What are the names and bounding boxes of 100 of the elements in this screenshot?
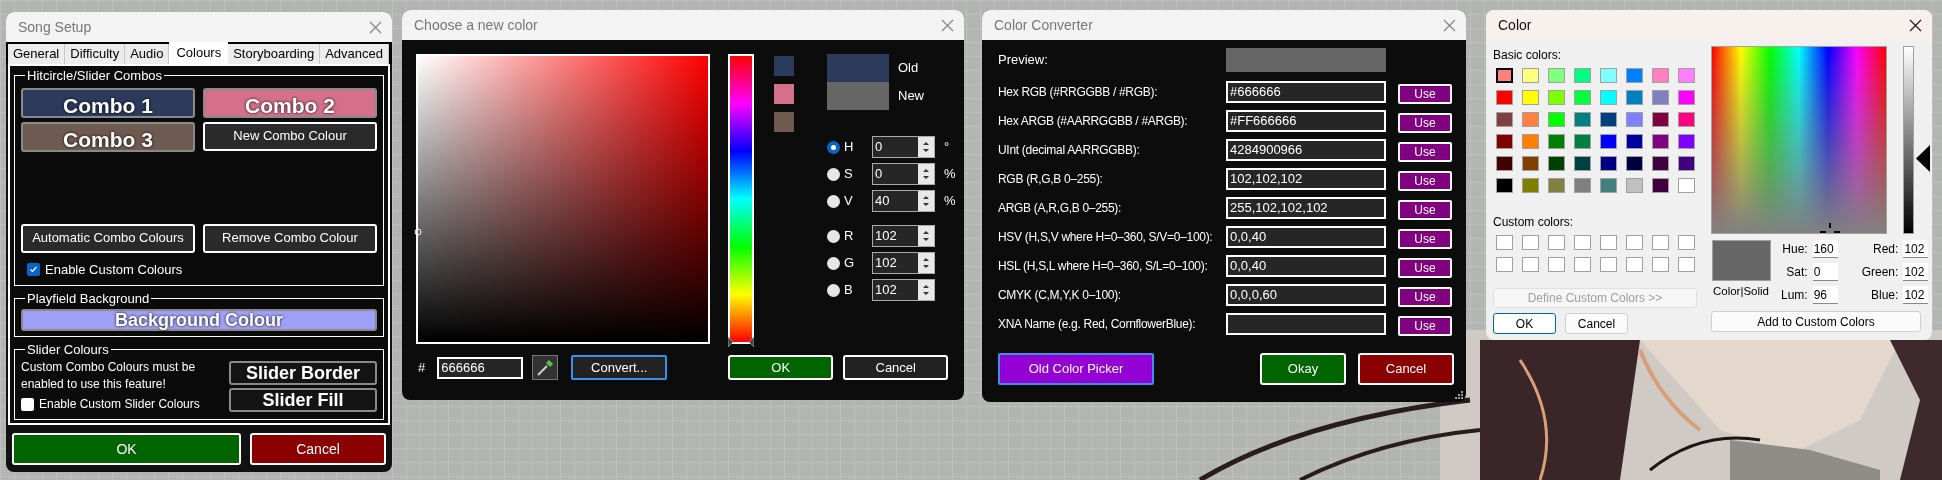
color-swatch[interactable] (1626, 90, 1643, 105)
custom-color-slot[interactable] (1548, 235, 1565, 250)
tab[interactable]: Colours (169, 42, 229, 64)
custom-color-slot[interactable] (1496, 235, 1513, 250)
radio-button[interactable] (827, 140, 840, 154)
color-swatch[interactable] (1522, 156, 1539, 171)
color-swatch[interactable] (1522, 68, 1539, 83)
spin-arrows-icon[interactable] (918, 280, 934, 300)
recent-color-swatch[interactable] (774, 112, 794, 132)
color-swatch[interactable] (1548, 134, 1565, 149)
radio-button[interactable] (827, 256, 840, 270)
value-field[interactable]: 0,0,40 (1226, 255, 1386, 277)
color-swatch[interactable] (1652, 112, 1669, 127)
close-icon[interactable] (1909, 18, 1922, 32)
color-swatch[interactable] (1574, 90, 1591, 105)
color-swatch[interactable] (1496, 134, 1513, 149)
cancel-button[interactable]: Cancel (843, 355, 949, 380)
color-swatch[interactable] (1522, 112, 1539, 127)
spin-box[interactable]: 102 (872, 252, 935, 274)
color-swatch[interactable] (1626, 134, 1643, 149)
color-swatch[interactable] (1574, 178, 1591, 193)
crosshair-icon[interactable] (1820, 223, 1840, 234)
color-swatch[interactable] (1678, 178, 1695, 193)
spin-box[interactable]: 40 (872, 190, 935, 212)
spin-arrows-icon[interactable] (918, 253, 934, 273)
color-swatch[interactable] (1600, 68, 1617, 83)
color-swatch[interactable] (1652, 90, 1669, 105)
value-field[interactable]: 102,102,102 (1226, 168, 1386, 190)
use-button[interactable]: Use (1398, 200, 1452, 220)
color-swatch[interactable] (1600, 156, 1617, 171)
luminance-bar[interactable] (1903, 46, 1914, 234)
color-swatch[interactable] (1496, 90, 1513, 105)
hex-input[interactable]: 666666 (437, 356, 524, 379)
custom-color-slot[interactable] (1574, 257, 1591, 272)
slider-arrow-icon[interactable] (1916, 145, 1930, 172)
color-swatch[interactable] (1626, 156, 1643, 171)
number-field[interactable]: 160 (1812, 240, 1838, 258)
radio-button[interactable] (827, 229, 840, 243)
number-field[interactable]: 102 (1903, 263, 1929, 281)
tab[interactable]: Advanced (320, 44, 389, 64)
value-field[interactable]: 4284900966 (1226, 139, 1386, 161)
custom-color-slot[interactable] (1548, 257, 1565, 272)
tab[interactable]: Audio (125, 44, 170, 64)
radio-button[interactable] (827, 194, 840, 208)
radio-button[interactable] (827, 283, 840, 297)
value-field[interactable]: 0,0,0,60 (1226, 284, 1386, 306)
color-swatch[interactable] (1496, 178, 1513, 193)
use-button[interactable]: Use (1398, 142, 1452, 162)
color-swatch[interactable] (1548, 68, 1565, 83)
custom-color-slot[interactable] (1652, 235, 1669, 250)
color-swatch[interactable] (1522, 134, 1539, 149)
use-button[interactable]: Use (1398, 171, 1452, 191)
spin-arrows-icon[interactable] (918, 137, 934, 157)
use-button[interactable]: Use (1398, 258, 1452, 278)
color-swatch[interactable] (1652, 156, 1669, 171)
number-field[interactable]: 102 (1903, 286, 1929, 304)
spin-box[interactable]: 102 (872, 225, 935, 247)
color-swatch[interactable] (1496, 112, 1513, 127)
color-swatch[interactable] (1600, 90, 1617, 105)
hue-marker-icon[interactable] (728, 337, 754, 347)
color-swatch[interactable] (1678, 112, 1695, 127)
slider-colour-button[interactable]: Slider Fill (229, 388, 377, 412)
spin-arrows-icon[interactable] (918, 226, 934, 246)
color-swatch[interactable] (1626, 178, 1643, 193)
custom-color-slot[interactable] (1652, 257, 1669, 272)
value-field[interactable]: #666666 (1226, 81, 1386, 103)
color-swatch[interactable] (1678, 134, 1695, 149)
color-swatch[interactable] (1678, 156, 1695, 171)
add-custom-colors-button[interactable]: Add to Custom Colors (1711, 311, 1921, 332)
color-swatch[interactable] (1548, 112, 1565, 127)
okay-button[interactable]: Okay (1260, 353, 1346, 385)
number-field[interactable]: 96 (1812, 286, 1838, 304)
custom-color-slot[interactable] (1678, 257, 1695, 272)
color-swatch[interactable] (1626, 112, 1643, 127)
recent-color-swatch[interactable] (774, 56, 794, 76)
radio-button[interactable] (827, 167, 840, 181)
cancel-button[interactable]: Cancel (250, 433, 386, 465)
color-swatch[interactable] (1652, 178, 1669, 193)
color-swatch[interactable] (1522, 178, 1539, 193)
cancel-button[interactable]: Cancel (1358, 353, 1454, 385)
convert-button[interactable]: Convert... (571, 355, 668, 380)
value-field[interactable]: #FF666666 (1226, 110, 1386, 132)
color-swatch[interactable] (1652, 134, 1669, 149)
color-swatch[interactable] (1574, 112, 1591, 127)
custom-color-slot[interactable] (1626, 257, 1643, 272)
custom-color-slot[interactable] (1626, 235, 1643, 250)
ok-button[interactable]: OK (728, 355, 834, 380)
value-field[interactable] (1226, 313, 1386, 335)
spin-box[interactable]: 0 (872, 136, 935, 158)
saturation-value-field[interactable] (416, 54, 710, 344)
color-swatch[interactable] (1548, 156, 1565, 171)
color-swatch[interactable] (1574, 134, 1591, 149)
tab[interactable]: General (8, 44, 66, 64)
spin-arrows-icon[interactable] (918, 164, 934, 184)
color-swatch[interactable] (1548, 90, 1565, 105)
automatic-colours-button[interactable]: Automatic Combo Colours (21, 223, 195, 253)
number-field[interactable]: 102 (1903, 240, 1929, 258)
slider-colour-button[interactable]: Slider Border (229, 361, 377, 385)
color-swatch[interactable] (1678, 90, 1695, 105)
tab[interactable]: Difficulty (65, 44, 126, 64)
